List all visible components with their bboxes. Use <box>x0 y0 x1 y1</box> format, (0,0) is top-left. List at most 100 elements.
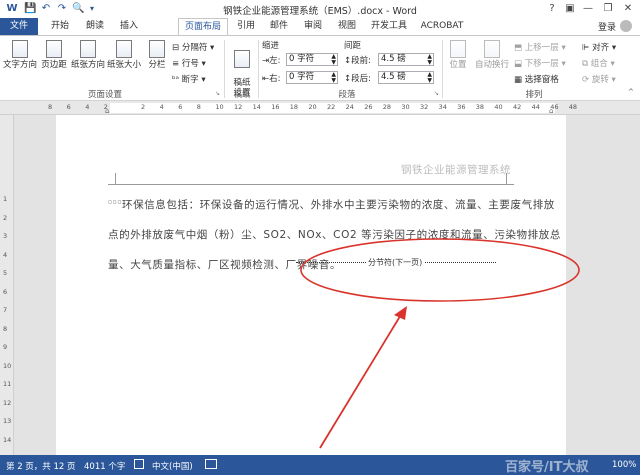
paragraph-launcher-icon[interactable]: ↘ <box>434 90 439 97</box>
indent-right-input[interactable]: 0 字符 ▲ ▼ <box>286 71 338 84</box>
group-button[interactable]: ⧉ 组合 ▾ <box>582 57 615 69</box>
ruler-number: 12 <box>234 103 243 111</box>
orientation-button[interactable]: 纸张方向 <box>70 40 106 70</box>
ruler-number: 14 <box>252 103 261 111</box>
spacing-after-label: ↕段后: <box>344 74 371 84</box>
vertical-ruler-number: 7 <box>3 306 8 314</box>
margins-icon <box>46 40 62 58</box>
ribbon: 文字方向 页边距 纸张方向 纸张大小 分栏 ⊟ 分隔符 ▾ ≡ 行号 ▾ ᵇᵃ … <box>0 35 640 101</box>
document-area[interactable]: 钢铁企业能源管理系统 ▫▫▫环保信息包括：环保设备的运行情况、外排水中主要污染物… <box>14 115 640 455</box>
selection-pane-button[interactable]: ▦ 选择窗格 <box>514 73 559 85</box>
position-button[interactable]: 位置 <box>444 40 472 70</box>
ruler-number: 4 <box>159 103 164 111</box>
annotation-overlay <box>300 238 580 449</box>
text-direction-icon <box>12 40 28 58</box>
collapse-ribbon-icon[interactable]: ^ <box>628 88 634 96</box>
vertical-ruler[interactable]: 1 2 3 4 5 6 7 8 9 10 11 12 13 14 <box>0 115 14 455</box>
vertical-ruler-number: 10 <box>3 361 12 370</box>
ruler-number: 6 <box>178 103 183 111</box>
spinner-arrows-icon[interactable]: ▲ ▼ <box>427 72 432 84</box>
tab-mailings[interactable]: 邮件 <box>264 18 294 35</box>
ruler-number: 32 <box>420 103 429 111</box>
spinner-arrows-icon[interactable]: ▲ ▼ <box>331 54 336 66</box>
position-icon <box>450 40 466 58</box>
tab-home[interactable]: 开始 <box>44 18 76 35</box>
macro-record-icon[interactable] <box>205 459 217 469</box>
vertical-ruler-number: 8 <box>3 324 8 333</box>
spinner-arrows-icon[interactable]: ▲ ▼ <box>427 54 432 66</box>
tab-developer[interactable]: 开发工具 <box>366 18 412 35</box>
tab-page-layout[interactable]: 页面布局 <box>178 18 228 35</box>
login-link[interactable]: 登录 <box>598 20 616 33</box>
ruler-number: 8 <box>196 103 201 111</box>
ruler-number: 28 <box>382 103 392 111</box>
vertical-ruler-number: 13 <box>3 417 12 425</box>
draft-group-label: 稿纸 <box>233 90 251 100</box>
vertical-ruler-number: 3 <box>3 232 8 240</box>
ribbon-display-options-icon[interactable]: ▣ <box>560 1 580 17</box>
tab-references[interactable]: 引用 <box>232 18 260 35</box>
vertical-ruler-number: 9 <box>3 343 8 351</box>
line-numbers-button[interactable]: ≡ 行号 ▾ <box>172 57 206 69</box>
tab-acrobat[interactable]: ACROBAT <box>416 18 468 35</box>
send-backward-button[interactable]: ⬓ 下移一层 ▾ <box>514 57 566 69</box>
language-status[interactable]: 中文(中国) <box>152 460 193 472</box>
bring-forward-button[interactable]: ⬒ 上移一层 ▾ <box>514 41 566 53</box>
page-count-status[interactable]: 第 2 页，共 12 页 <box>6 460 76 472</box>
ruler-number: 6 <box>66 103 71 111</box>
wrap-text-button[interactable]: 自动换行 <box>472 40 512 70</box>
minimize-button[interactable]: — <box>578 1 598 17</box>
tab-view[interactable]: 视图 <box>332 18 362 35</box>
tab-review[interactable]: 审阅 <box>298 18 328 35</box>
zoom-level[interactable]: 100% <box>612 460 636 470</box>
tab-insert[interactable]: 插入 <box>114 18 144 35</box>
spacing-before-label: ↕段前: <box>344 56 371 66</box>
orientation-icon <box>80 40 96 58</box>
spacing-before-input[interactable]: 4.5 磅 ▲ ▼ <box>378 53 434 66</box>
ruler-number: 18 <box>289 103 299 111</box>
ruler-number: 2 <box>141 103 146 111</box>
restore-button[interactable]: ❐ <box>598 1 618 17</box>
spacing-after-input[interactable]: 4.5 磅 ▲ ▼ <box>378 71 434 84</box>
tab-file[interactable]: 文件 <box>0 18 38 35</box>
vertical-ruler-number: 12 <box>3 398 12 407</box>
indent-left-input[interactable]: 0 字符 ▲ ▼ <box>286 53 338 66</box>
indent-marker-icon[interactable]: ⌂ <box>105 107 109 115</box>
ruler-number: 34 <box>438 103 447 111</box>
margins-button[interactable]: 页边距 <box>38 40 70 70</box>
close-button[interactable]: ✕ <box>618 1 638 17</box>
wrap-text-icon <box>484 40 500 58</box>
paper-size-icon <box>116 40 132 58</box>
ruler-number: 36 <box>457 103 466 111</box>
paper-size-button[interactable]: 纸张大小 <box>106 40 142 70</box>
vertical-ruler-number: 4 <box>3 250 8 259</box>
ruler-number: 16 <box>271 103 280 111</box>
text-direction-button[interactable]: 文字方向 <box>2 40 38 70</box>
group-separator <box>224 40 225 98</box>
right-indent-marker-icon[interactable]: ⌂ <box>549 107 553 115</box>
rotate-button[interactable]: ⟳ 旋转 ▾ <box>582 73 616 85</box>
page-setup-group-label: 页面设置 <box>87 90 122 100</box>
hyphenation-button[interactable]: ᵇᵃ 断字 ▾ <box>172 73 206 85</box>
ruler-number: 10 <box>215 103 224 111</box>
help-button[interactable]: ? <box>542 1 562 17</box>
breaks-button[interactable]: ⊟ 分隔符 ▾ <box>172 41 214 53</box>
watermark: 百家号/IT大叔 <box>505 460 589 475</box>
ruler-number: 42 <box>513 103 522 111</box>
indent-left-label: ⇥左: <box>262 56 281 66</box>
ruler-number: 4 <box>85 103 90 111</box>
proofing-icon[interactable] <box>134 459 144 469</box>
horizontal-ruler[interactable]: 8 6 4 2 2 4 6 8 10 12 14 16 18 20 22 24 26 28 30 32 34 36 38 40… <box>0 101 640 115</box>
user-avatar-icon[interactable] <box>620 20 632 32</box>
word-count-status[interactable]: 4011 个字 <box>84 460 125 472</box>
page-setup-launcher-icon[interactable]: ↘ <box>215 90 220 97</box>
align-button[interactable]: ⊫ 对齐 ▾ <box>582 41 616 53</box>
spinner-arrows-icon[interactable]: ▲ ▼ <box>331 72 336 84</box>
paragraph-group-label: 段落 <box>338 90 356 100</box>
annotation-ellipse <box>300 238 580 302</box>
columns-button[interactable]: 分栏 <box>144 40 170 70</box>
ruler-number: 26 <box>364 103 373 111</box>
vertical-ruler-number: 6 <box>3 287 8 296</box>
tab-read-aloud[interactable]: 朗读 <box>80 18 110 35</box>
indent-header: 缩进 <box>262 41 280 51</box>
